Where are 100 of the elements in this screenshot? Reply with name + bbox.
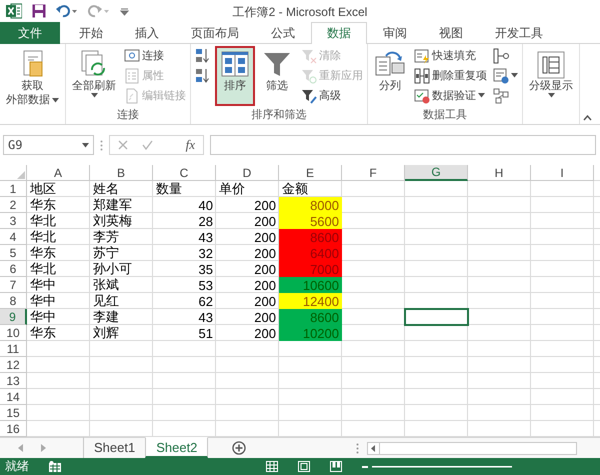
row-header[interactable]: 15 [0, 405, 27, 421]
table-cell-text: 金额 [281, 181, 309, 197]
row-header[interactable]: 7 [0, 277, 27, 293]
table-cell-text: 200 [253, 325, 277, 341]
column-header[interactable]: H [468, 165, 531, 181]
table-cell-text: 62 [198, 293, 214, 309]
table-cell-text: 51 [198, 325, 214, 341]
status-text: 就绪 [5, 458, 29, 475]
sort-ascending-icon [195, 48, 211, 64]
file-tab[interactable]: 文件 [0, 22, 60, 44]
ribbon-tab[interactable]: 数据 [311, 22, 367, 44]
ribbon-button[interactable]: 快速填充 [412, 46, 489, 65]
undo-icon[interactable] [56, 4, 78, 18]
row-header[interactable]: 1 [0, 181, 27, 197]
ribbon-tab[interactable]: 插入 [119, 22, 175, 44]
dropdown-caret-icon[interactable] [90, 93, 98, 98]
window-title: 工作簿2 - Microsoft Excel [232, 5, 368, 19]
table-cell-text: 张斌 [92, 277, 120, 293]
ribbon-button[interactable]: 删除重复项 [412, 66, 489, 85]
ribbon-button[interactable]: 筛选 [257, 46, 297, 106]
table-cell-text: 苏宁 [92, 245, 120, 261]
table-cell-text: 28 [198, 213, 214, 229]
save-icon[interactable] [32, 4, 46, 18]
table-cell-text: 40 [198, 197, 214, 213]
page-break-preview-icon[interactable] [330, 461, 342, 472]
row-header[interactable]: 13 [0, 373, 27, 389]
ribbon-tab[interactable]: 视图 [423, 22, 479, 44]
ribbon-button[interactable]: 排序 [215, 46, 255, 106]
table-cell-text: 单价 [218, 181, 246, 197]
row-header[interactable]: 11 [0, 341, 27, 357]
table-cell-text: 李建 [92, 309, 120, 325]
sheet-tab[interactable]: Sheet2 [145, 437, 208, 458]
row-header[interactable]: 8 [0, 293, 27, 309]
table-cell-text: 华东 [29, 245, 57, 261]
dropdown-caret-icon[interactable] [548, 93, 554, 98]
table-cell-text: 200 [253, 229, 277, 245]
table-cell: 6400 [279, 245, 342, 261]
group-label: 排序和筛选 [252, 109, 306, 121]
column-header[interactable]: G [405, 165, 468, 181]
outline-icon [535, 49, 567, 79]
page-layout-icon[interactable] [298, 461, 310, 472]
column-header[interactable]: I [531, 165, 594, 181]
table-cell: 8000 [279, 197, 342, 213]
column-header[interactable]: E [279, 165, 342, 181]
dropdown-caret-icon[interactable] [52, 98, 59, 103]
table-cell-text: 华北 [29, 229, 57, 245]
ribbon-button[interactable]: 分列 [370, 46, 410, 106]
table-cell: 7000 [279, 261, 342, 277]
row-header[interactable]: 9 [0, 309, 27, 325]
ribbon-tab[interactable]: 审阅 [367, 22, 423, 44]
table-cell-text: 200 [253, 309, 277, 325]
dropdown-caret-icon[interactable] [478, 93, 485, 98]
table-cell-text: 数量 [155, 181, 183, 197]
column-header[interactable]: A [27, 165, 90, 181]
ribbon-button[interactable]: 获取 外部数据 [2, 46, 63, 106]
row-header[interactable]: 5 [0, 245, 27, 261]
data-validation-icon [414, 88, 430, 104]
ribbon-button[interactable]: 分级显示 [525, 46, 577, 106]
table-cell: 8600 [279, 309, 342, 325]
ribbon-tab[interactable]: 页面布局 [175, 22, 255, 44]
table-cell-text: 200 [253, 197, 277, 213]
column-header[interactable]: D [216, 165, 279, 181]
column-header[interactable]: B [90, 165, 153, 181]
ribbon-button[interactable]: 高级 [299, 86, 365, 105]
ribbon-button[interactable]: 连接 [122, 46, 188, 65]
collapse-ribbon-icon[interactable] [583, 115, 592, 121]
formula-input[interactable] [210, 135, 596, 155]
customize-caret-icon[interactable] [120, 6, 129, 16]
row-header[interactable]: 3 [0, 213, 27, 229]
ribbon-tab[interactable]: 开发工具 [479, 22, 559, 44]
normal-view-icon[interactable] [266, 461, 278, 472]
row-header[interactable]: 6 [0, 261, 27, 277]
column-header[interactable]: F [342, 165, 405, 181]
ribbon-button[interactable]: 数据验证 [412, 86, 489, 105]
table-cell-text: 孙小可 [92, 261, 133, 277]
row-header[interactable]: 10 [0, 325, 27, 341]
ribbon-tab[interactable]: 开始 [63, 22, 119, 44]
name-box[interactable]: G9 [3, 135, 94, 155]
clear-filter-icon [301, 48, 317, 64]
row-header[interactable]: 12 [0, 357, 27, 373]
ribbon-button[interactable]: 全部刷新 [68, 46, 120, 106]
row-header[interactable]: 14 [0, 389, 27, 405]
row-header[interactable]: 2 [0, 197, 27, 213]
insert-function-button[interactable]: fx [186, 137, 195, 153]
splitter-icon[interactable] [356, 442, 360, 454]
dropdown-caret-icon[interactable] [82, 142, 89, 148]
add-sheet-icon[interactable] [232, 441, 246, 455]
row-header[interactable]: 16 [0, 421, 27, 437]
table-cell-text: 姓名 [92, 181, 120, 197]
column-header[interactable]: C [153, 165, 216, 181]
sort-icon [219, 49, 251, 79]
advanced-filter-icon [301, 88, 317, 104]
table-cell-text: 200 [253, 245, 277, 261]
active-cell[interactable] [405, 309, 468, 325]
macro-recording-icon[interactable] [49, 461, 61, 472]
dropdown-caret-icon[interactable] [511, 73, 518, 78]
row-header[interactable]: 4 [0, 229, 27, 245]
toolbar-button[interactable] [491, 66, 520, 85]
reapply-filter-icon [301, 68, 317, 84]
ribbon-tab[interactable]: 公式 [255, 22, 311, 44]
